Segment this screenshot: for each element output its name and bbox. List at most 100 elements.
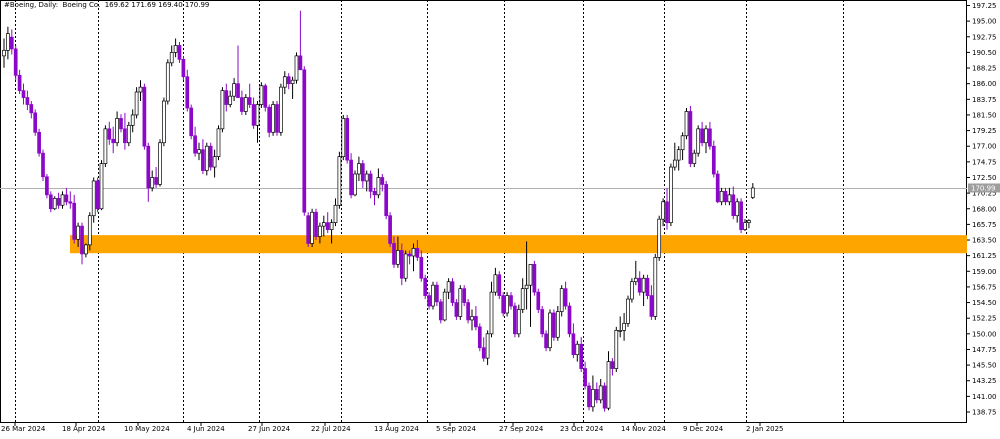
candle — [25, 90, 30, 111]
candle-body — [637, 277, 642, 293]
candle-body — [271, 104, 275, 133]
candle — [727, 187, 732, 206]
price-zone — [70, 235, 967, 254]
candle-body — [403, 253, 408, 279]
candle — [13, 45, 18, 81]
candle-body — [466, 302, 470, 321]
candle — [606, 351, 611, 411]
candle-body — [255, 104, 260, 126]
candle-body — [146, 145, 151, 189]
y-tick-label: 156.75 — [972, 283, 997, 291]
candle-body — [302, 69, 307, 213]
candle — [60, 191, 65, 209]
candle-body — [162, 100, 166, 144]
candle-body — [150, 177, 155, 189]
candle-body — [232, 83, 236, 97]
candle — [532, 260, 537, 296]
candle — [614, 326, 619, 373]
candle-body — [555, 311, 560, 338]
candle — [704, 125, 708, 154]
candle-body — [653, 257, 658, 317]
candle — [6, 26, 10, 60]
candle-body — [735, 201, 740, 217]
candle — [579, 337, 584, 373]
y-tick-label: 179.25 — [972, 127, 997, 135]
candle — [169, 45, 174, 67]
candle-body — [236, 83, 240, 98]
candle-body — [193, 135, 197, 154]
candle-body — [661, 201, 665, 220]
y-tick-label: 195.00 — [972, 18, 997, 26]
candle — [731, 186, 736, 220]
candle-body — [485, 333, 490, 359]
candle-body — [719, 191, 724, 203]
candle — [310, 208, 314, 247]
candle — [189, 104, 194, 140]
candle — [255, 101, 260, 143]
candle-body — [29, 104, 34, 114]
candle-body — [450, 281, 455, 303]
candle-body — [325, 222, 330, 230]
candle-body — [173, 45, 178, 53]
candle-body — [165, 62, 170, 102]
candle-body — [672, 159, 677, 168]
candle — [489, 281, 494, 338]
candle — [575, 340, 580, 362]
candle — [423, 274, 428, 300]
candle-body — [286, 76, 291, 85]
candle — [204, 142, 209, 176]
candle — [115, 111, 119, 147]
candle-body — [591, 389, 595, 408]
candle — [181, 55, 186, 81]
candle-body — [704, 128, 708, 144]
candle — [653, 253, 658, 320]
candle-body — [665, 201, 669, 223]
candle-body — [442, 291, 447, 321]
candle-body — [181, 59, 186, 78]
candle-body — [618, 330, 623, 332]
candle-body — [540, 309, 545, 335]
candle-body — [72, 202, 77, 240]
candle-body — [204, 145, 209, 171]
candle — [37, 128, 41, 157]
candle — [298, 10, 303, 71]
y-tick-label: 197.25 — [972, 2, 997, 10]
candle — [45, 174, 49, 199]
candle-body — [501, 295, 506, 314]
candle — [708, 121, 712, 150]
candle-body — [64, 194, 69, 203]
candle — [446, 278, 451, 300]
candle — [438, 299, 443, 324]
candle — [384, 180, 389, 220]
candlestick-chart[interactable]: 197.25 195.00 192.75 190.50 188.25 186.00 183.… — [0, 0, 1000, 435]
candle-body — [423, 277, 428, 296]
candle-body — [680, 135, 685, 151]
candle-body — [470, 316, 474, 321]
candle-body — [282, 76, 287, 88]
candle — [750, 183, 755, 200]
candle-body — [310, 211, 314, 244]
candle — [470, 309, 474, 331]
candle-body — [657, 218, 662, 258]
candle-body — [37, 131, 41, 154]
candle — [263, 83, 268, 112]
candle — [72, 194, 77, 244]
candle — [719, 187, 724, 206]
candle — [676, 146, 681, 171]
candle-body — [454, 302, 459, 317]
candle-body — [33, 112, 38, 133]
candle-body — [126, 125, 131, 144]
candle — [232, 78, 236, 102]
candle-body — [493, 274, 498, 293]
candle — [672, 142, 677, 171]
candle — [80, 222, 84, 265]
candle — [126, 121, 131, 147]
candle — [111, 126, 116, 154]
y-tick-label: 172.50 — [972, 174, 997, 182]
candle-body — [84, 244, 88, 255]
candle-body — [368, 173, 373, 192]
x-tick-label: 10 May 2024 — [124, 425, 170, 433]
x-tick-label: 18 Apr 2024 — [62, 425, 106, 433]
candle-body — [243, 97, 248, 112]
candle-body — [376, 177, 381, 196]
